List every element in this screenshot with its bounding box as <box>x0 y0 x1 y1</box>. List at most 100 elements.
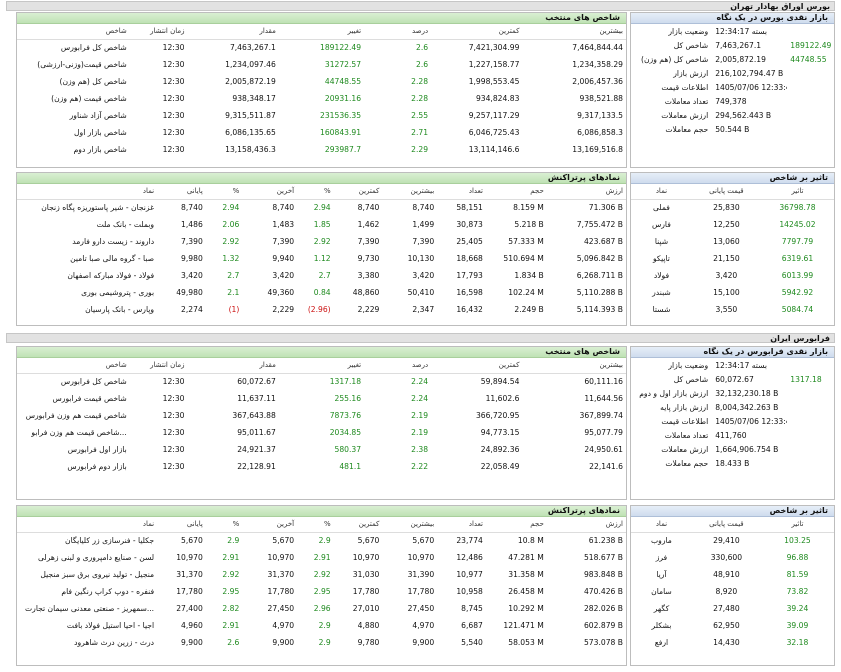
index-name-link[interactable]: شاخص قیمت (هم وزن) <box>17 90 133 107</box>
index-row[interactable]: شاخص قیمت فرابورس 12:30 11,637.11 255.16 2.2… <box>17 390 626 407</box>
traded-row[interactable]: لسن - صنایع دامپروری و لبنی زهرلی 10,970 2… <box>17 549 626 566</box>
traded-row[interactable]: فولاد - فولاد مبارکه اصفهان 3,420 2.7 3,420… <box>17 267 626 284</box>
impact-row[interactable]: کگهر 27,480 39.24 <box>631 600 834 617</box>
index-name-link[interactable]: شاخص بازار دوم <box>17 141 133 158</box>
traded-row[interactable]: سمهریز - صنعتی معدنی سیمان تجارت... 27,40… <box>17 600 626 617</box>
impact-row[interactable]: فملی 25,830 36798.78 <box>631 199 834 216</box>
traded-symbol-link[interactable]: لسن - صنایع دامپروری و لبنی زهرلی <box>17 549 157 566</box>
index-name-link[interactable]: شاخص آزاد شناور <box>17 107 133 124</box>
impact-row[interactable]: سامان 8,920 73.82 <box>631 583 834 600</box>
index-row[interactable]: شاخص بازار اول 12:30 6,086,135.65 160843.91… <box>17 124 626 141</box>
traded-symbol-link[interactable]: داروند - زیست دارو فارمد <box>17 233 157 250</box>
impact-row[interactable]: بشکلر 62,950 39.09 <box>631 617 834 634</box>
traded-row[interactable]: منجیل - تولید نیروی برق سبز منجیل 31,370 2… <box>17 566 626 583</box>
traded-symbol-link[interactable]: بوری - پتروشیمی بوری <box>17 284 157 301</box>
index-name-link[interactable]: شاخص بازار اول <box>17 124 133 141</box>
index-row[interactable]: شاخص قیمت هم وزن فرابو... 12:30 95,011.67 2… <box>17 424 626 441</box>
impact-symbol-link[interactable]: فولاد <box>631 267 692 284</box>
traded-row[interactable]: جکلیا - فنرسازی زر کلیایگان 5,670 2.9 5,670… <box>17 532 626 549</box>
index-name-link[interactable]: شاخص کل (هم وزن) <box>17 73 133 90</box>
index-row[interactable]: شاخص کل فرابورس 12:30 60,072.67 1317.18 2.24… <box>17 373 626 390</box>
traded-row[interactable]: وپارس - بانک پارسیان 2,274 (1) 2,229 (2.96) 2… <box>17 301 626 318</box>
impact-symbol-link[interactable]: بشکلر <box>631 617 692 634</box>
summary-change: 44748.55 <box>790 54 827 64</box>
traded-cell: 2.7 <box>227 271 240 280</box>
index-row[interactable]: شاخص کل (هم وزن) 12:30 2,005,872.19 44748.5… <box>17 73 626 90</box>
traded-symbol-link[interactable]: صبا - گروه مالی صبا تامین <box>17 250 157 267</box>
traded-symbol-link[interactable]: منجیل - تولید نیروی برق سبز منجیل <box>17 566 157 583</box>
traded-symbol-link[interactable]: اجیا - احیا استیل فولاد بافت <box>17 617 157 634</box>
traded-symbol-link[interactable]: فولاد - فولاد مبارکه اصفهان <box>17 267 157 284</box>
index-name-link[interactable]: شاخص قیمت فرابورس <box>17 390 133 407</box>
traded-row[interactable]: غزنجان - شیر پاستوریزه پگاه زنجان 8,740 2.… <box>17 199 626 216</box>
index-name-link[interactable]: شاخص قیمت هم وزن فرابورس <box>17 407 133 424</box>
summary-row: ارزش بازار 216,102,794.47 B <box>631 66 834 80</box>
index-cell: 12:30 <box>162 77 185 86</box>
impact-symbol-link[interactable]: فملی <box>631 199 692 216</box>
impact-symbol-link[interactable]: شستا <box>631 301 692 318</box>
index-name-link[interactable]: بازار اول فرابورس <box>17 441 133 458</box>
traded-cell: 5,096.842 B <box>576 254 623 263</box>
traded-row[interactable]: وبملت - بانک ملت 1,486 2.06 1,483 1.85 1,462 1… <box>17 216 626 233</box>
impact-row[interactable]: شبندر 15,100 5942.92 <box>631 284 834 301</box>
summary-change: 1317.18 <box>790 374 822 384</box>
traded-cell: 10,958 <box>456 587 483 596</box>
index-row[interactable]: شاخص قیمت(وزنی-ارزشی) 12:30 1,234,097.46 31… <box>17 56 626 73</box>
impact-row[interactable]: ماروب 29,410 103.25 <box>631 532 834 549</box>
summary-row: تعداد معاملات 749,378 <box>631 94 834 108</box>
index-name-link[interactable]: شاخص کل فرابورس <box>17 39 133 56</box>
traded-cell: 1,483 <box>272 220 295 229</box>
impact-symbol-link[interactable]: کگهر <box>631 600 692 617</box>
impact-row[interactable]: تاپیکو 21,150 6319.61 <box>631 250 834 267</box>
index-cell: 31272.57 <box>324 60 362 69</box>
index-row[interactable]: بازار اول فرابورس 12:30 24,921.37 580.37 2.3… <box>17 441 626 458</box>
index-cell: 481.1 <box>339 462 362 471</box>
traded-symbol-link[interactable]: غزنجان - شیر پاستوریزه پگاه زنجان <box>17 199 157 216</box>
impact-symbol-link[interactable]: ارفع <box>631 634 692 651</box>
index-row[interactable]: شاخص قیمت (هم وزن) 12:30 938,348.17 20931.1… <box>17 90 626 107</box>
traded-symbol-link[interactable]: سمهریز - صنعتی معدنی سیمان تجارت... <box>17 600 157 617</box>
impact-symbol-link[interactable]: شپنا <box>631 233 692 250</box>
impact-row[interactable]: فارس 12,250 14245.02 <box>631 216 834 233</box>
summary-key: ارزش بازار <box>673 68 709 78</box>
traded-row[interactable]: اجیا - احیا استیل فولاد بافت 4,960 2.91 4,9… <box>17 617 626 634</box>
index-row[interactable]: شاخص بازار دوم 12:30 13,158,436.3 293987.7 2… <box>17 141 626 158</box>
traded-row[interactable]: داروند - زیست دارو فارمد 7,390 2.92 7,390 2.… <box>17 233 626 250</box>
impact-symbol-link[interactable]: فارس <box>631 216 692 233</box>
impact-row[interactable]: آریا 48,910 81.59 <box>631 566 834 583</box>
impact-row[interactable]: ارفع 14,430 32.18 <box>631 634 834 651</box>
impact-row[interactable]: فولاد 3,420 6013.99 <box>631 267 834 284</box>
farabourse-impact-header: تاثیر بر شاخص <box>631 506 834 517</box>
impact-symbol-link[interactable]: فرز <box>631 549 692 566</box>
impact-symbol-link[interactable]: آریا <box>631 566 692 583</box>
traded-symbol-link[interactable]: وپارس - بانک پارسیان <box>17 301 157 318</box>
summary-change <box>787 66 834 80</box>
traded-cell: 2.1 <box>227 288 240 297</box>
impact-row[interactable]: شپنا 13,060 7797.79 <box>631 233 834 250</box>
summary-value: بسته 12:34:17 <box>715 26 767 36</box>
traded-row[interactable]: بوری - پتروشیمی بوری 49,980 2.1 49,360 0.84 4… <box>17 284 626 301</box>
traded-row[interactable]: فنفره - دوپ کراپ رنگین فام 17,780 2.95 17,7… <box>17 583 626 600</box>
traded-symbol-link[interactable]: فنفره - دوپ کراپ رنگین فام <box>17 583 157 600</box>
impact-row[interactable]: فرز 330,600 96.88 <box>631 549 834 566</box>
impact-symbol-link[interactable]: سامان <box>631 583 692 600</box>
impact-symbol-link[interactable]: تاپیکو <box>631 250 692 267</box>
traded-row[interactable]: درث - زرین درث شاهرود 9,900 2.6 9,900 2.9 9,7… <box>17 634 626 651</box>
traded-symbol-link[interactable]: جکلیا - فنرسازی زر کلیایگان <box>17 532 157 549</box>
index-name-link[interactable]: شاخص قیمت هم وزن فرابو... <box>17 424 133 441</box>
traded-symbol-link[interactable]: وبملت - بانک ملت <box>17 216 157 233</box>
impact-row[interactable]: شستا 3,550 5084.74 <box>631 301 834 318</box>
impact-symbol-link[interactable]: شبندر <box>631 284 692 301</box>
index-name-link[interactable]: شاخص کل فرابورس <box>17 373 133 390</box>
index-name-link[interactable]: شاخص قیمت(وزنی-ارزشی) <box>17 56 133 73</box>
index-row[interactable]: شاخص کل فرابورس 12:30 7,463,267.1 189122.49… <box>17 39 626 56</box>
impact-cell: 14245.02 <box>779 220 816 229</box>
index-row[interactable]: شاخص آزاد شناور 12:30 9,315,511.87 231536.3… <box>17 107 626 124</box>
traded-row[interactable]: صبا - گروه مالی صبا تامین 9,980 1.32 9,940 1… <box>17 250 626 267</box>
index-cell: 60,111.16 <box>584 377 623 387</box>
impact-symbol-link[interactable]: ماروب <box>631 532 692 549</box>
index-row[interactable]: بازار دوم فرابورس 12:30 22,128.91 481.1 2.22… <box>17 458 626 475</box>
index-name-link[interactable]: بازار دوم فرابورس <box>17 458 133 475</box>
index-row[interactable]: شاخص قیمت هم وزن فرابورس 12:30 367,643.88 7… <box>17 407 626 424</box>
traded-symbol-link[interactable]: درث - زرین درث شاهرود <box>17 634 157 651</box>
